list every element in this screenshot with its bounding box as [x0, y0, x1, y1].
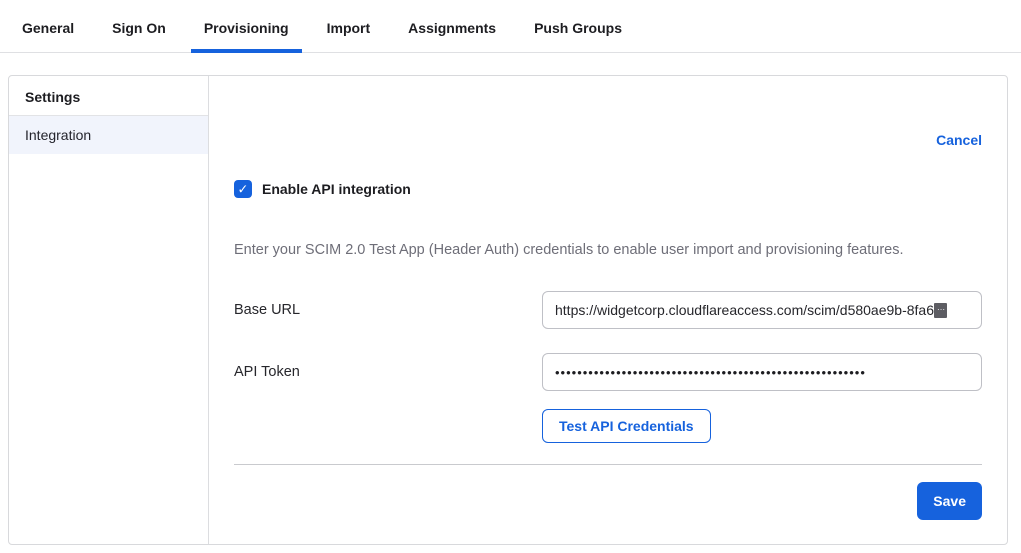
- form-divider: [234, 464, 982, 465]
- base-url-label: Base URL: [234, 302, 542, 318]
- base-url-value: https://widgetcorp.cloudflareaccess.com/…: [555, 302, 934, 318]
- tab-push-groups[interactable]: Push Groups: [521, 3, 635, 52]
- tab-assignments[interactable]: Assignments: [395, 3, 509, 52]
- save-button[interactable]: Save: [917, 482, 982, 520]
- provisioning-panel: Settings Integration Cancel ✓ Enable API…: [8, 75, 1008, 545]
- credentials-description: Enter your SCIM 2.0 Test App (Header Aut…: [234, 242, 982, 258]
- sidebar-item-integration[interactable]: Integration: [9, 116, 208, 154]
- sidebar-header: Settings: [9, 76, 208, 116]
- tab-general[interactable]: General: [9, 3, 87, 52]
- save-row: Save: [234, 482, 982, 520]
- cancel-row: Cancel: [234, 132, 982, 148]
- test-api-credentials-button[interactable]: Test API Credentials: [542, 409, 711, 443]
- text-overflow-cursor-icon: ⋯: [934, 303, 947, 318]
- api-token-input[interactable]: ••••••••••••••••••••••••••••••••••••••••…: [542, 353, 982, 391]
- integration-settings-form: Cancel ✓ Enable API integration Enter yo…: [209, 76, 1007, 544]
- api-token-label: API Token: [234, 364, 542, 380]
- base-url-row: Base URL https://widgetcorp.cloudflareac…: [234, 291, 982, 329]
- base-url-input[interactable]: https://widgetcorp.cloudflareaccess.com/…: [542, 291, 982, 329]
- app-tab-bar: General Sign On Provisioning Import Assi…: [0, 0, 1021, 53]
- settings-sidebar: Settings Integration: [9, 76, 209, 544]
- api-token-row: API Token ••••••••••••••••••••••••••••••…: [234, 353, 982, 391]
- tab-sign-on[interactable]: Sign On: [99, 3, 179, 52]
- enable-api-integration-label: Enable API integration: [262, 181, 411, 197]
- cancel-button[interactable]: Cancel: [936, 132, 982, 148]
- tab-provisioning[interactable]: Provisioning: [191, 3, 302, 52]
- tab-import[interactable]: Import: [314, 3, 384, 52]
- enable-api-integration-checkbox[interactable]: ✓: [234, 180, 252, 198]
- enable-api-integration-row: ✓ Enable API integration: [234, 180, 982, 198]
- checkmark-icon: ✓: [238, 182, 249, 195]
- test-credentials-row: Test API Credentials: [234, 409, 982, 443]
- api-token-masked-value: ••••••••••••••••••••••••••••••••••••••••…: [555, 365, 866, 380]
